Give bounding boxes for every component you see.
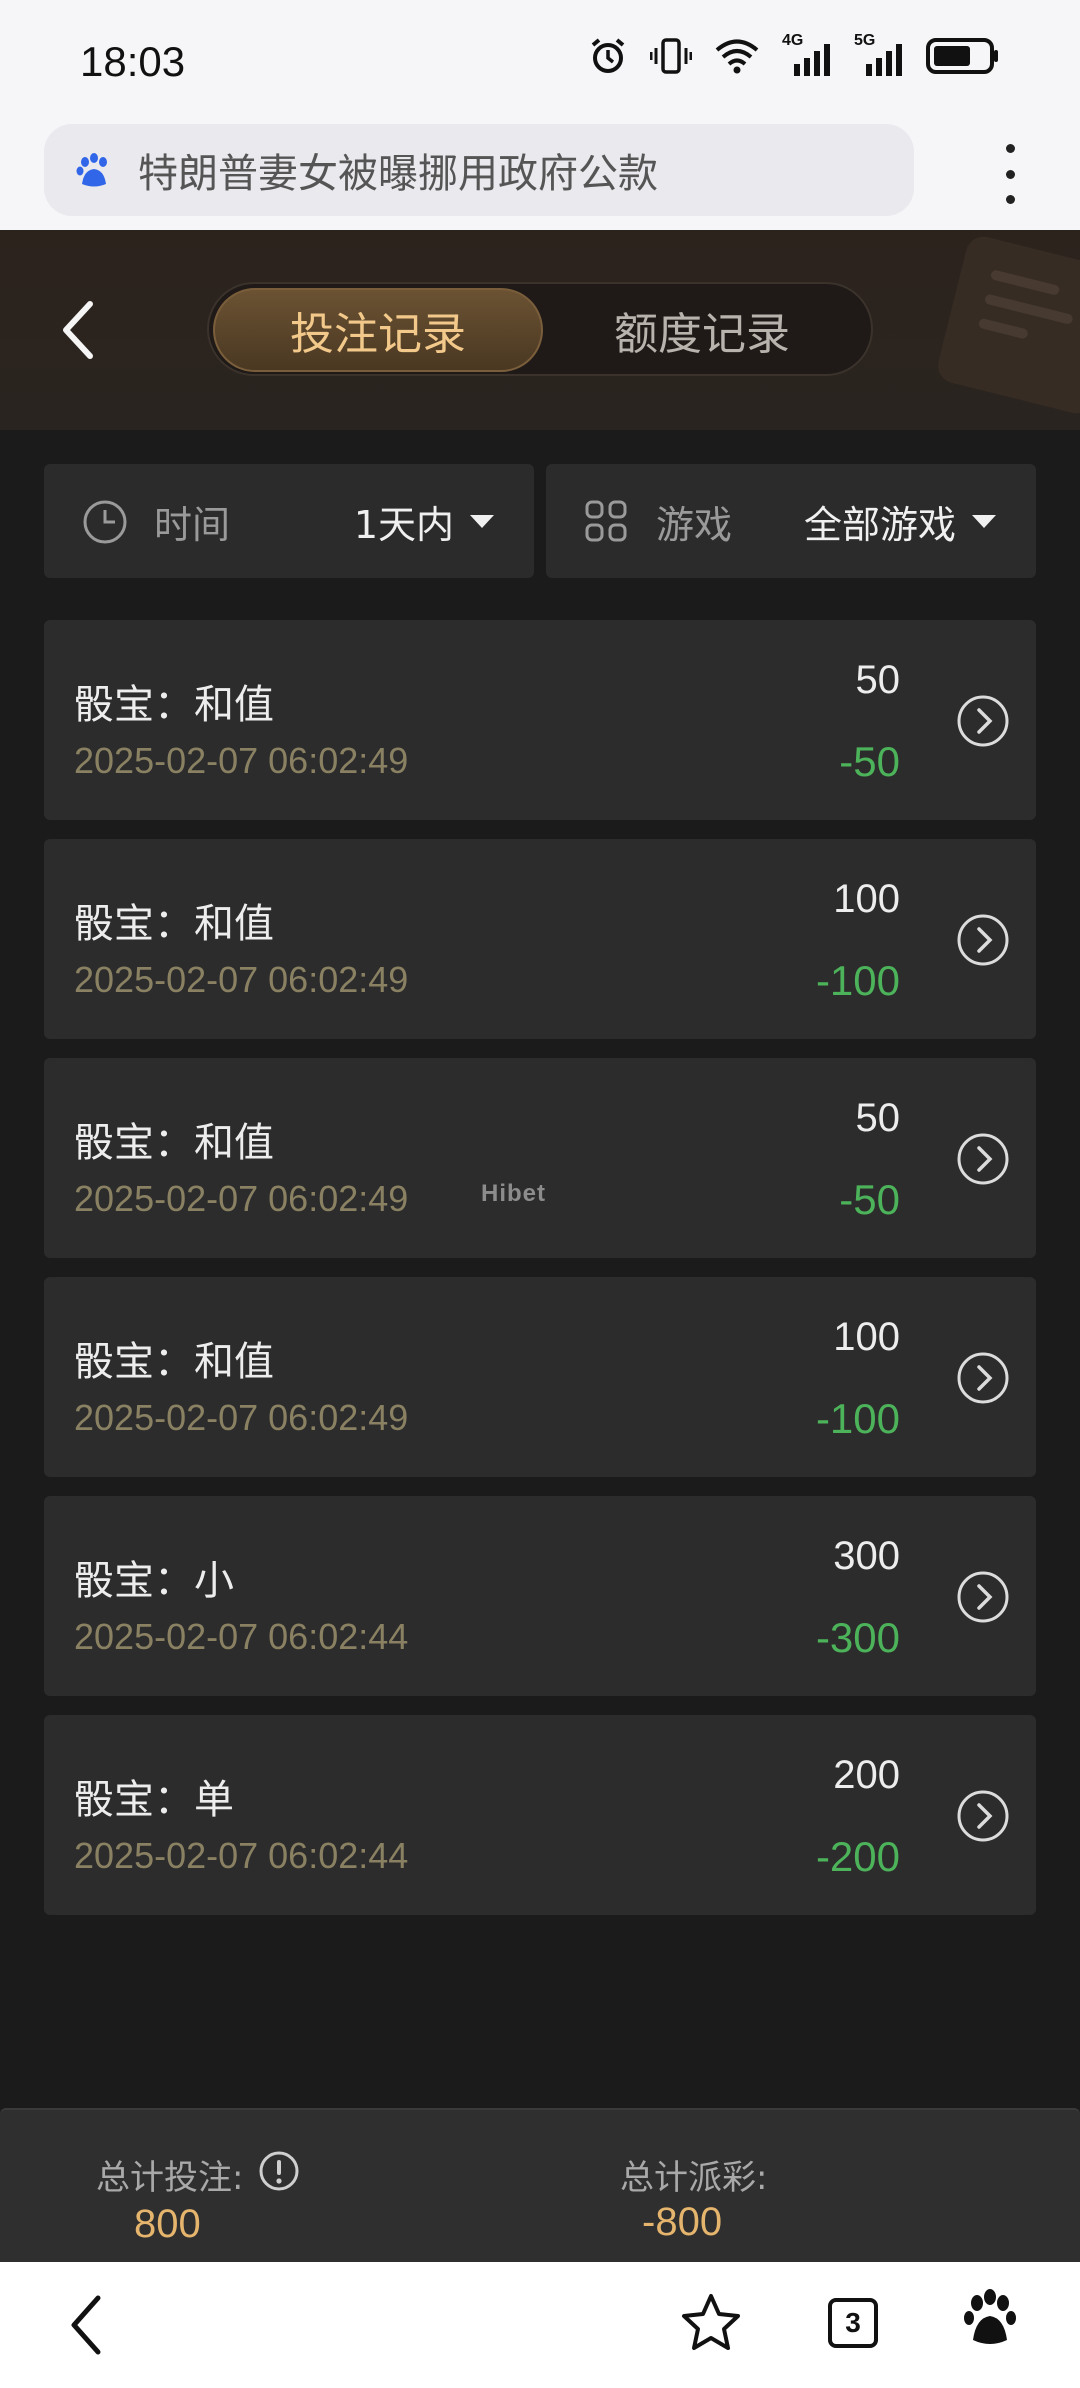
record-item[interactable]: 骰宝：单 2025-02-07 06:02:44 200 -200 bbox=[44, 1715, 1036, 1915]
url-text: 特朗普妻女被曝挪用政府公款 bbox=[138, 151, 658, 197]
signal-5g-icon: 5G bbox=[854, 32, 904, 76]
time-filter-value[interactable]: 1天内 bbox=[354, 494, 494, 549]
signal-4g-icon: 4G bbox=[782, 32, 832, 76]
record-item[interactable]: 骰宝：和值 2025-02-07 06:02:49 100 -100 bbox=[44, 1277, 1036, 1477]
record-game-title: 骰宝：和值 bbox=[74, 1339, 274, 1385]
record-time: 2025-02-07 06:02:44 bbox=[74, 1616, 409, 1657]
browser-back-icon[interactable] bbox=[64, 2290, 112, 2360]
status-bar: 18:03 4G 5G bbox=[0, 0, 1080, 122]
record-bet-amount: 200 bbox=[833, 1753, 900, 1797]
tab-count: 3 bbox=[828, 2298, 878, 2348]
record-bet-amount: 100 bbox=[833, 877, 900, 921]
chevron-right-circle-icon[interactable] bbox=[956, 913, 1010, 967]
dot bbox=[1005, 169, 1015, 179]
watermark: Hibet bbox=[481, 1180, 546, 1207]
record-item[interactable]: 骰宝：和值 2025-02-07 06:02:49 50 -50 bbox=[44, 620, 1036, 820]
url-box[interactable]: 特朗普妻女被曝挪用政府公款 bbox=[44, 124, 914, 216]
record-bet-amount: 300 bbox=[833, 1534, 900, 1578]
totals-bar: 总计投注: 800 总计派彩: -800 bbox=[0, 2108, 1080, 2262]
more-menu-button[interactable] bbox=[1000, 144, 1020, 204]
record-payout: -200 bbox=[815, 1833, 900, 1880]
back-button[interactable] bbox=[50, 292, 110, 368]
total-payout-value: -800 bbox=[642, 2200, 723, 2244]
baidu-paw-icon bbox=[76, 153, 107, 187]
caret-down-icon bbox=[972, 514, 996, 528]
record-game-title: 骰宝：和值 bbox=[74, 1120, 274, 1166]
game-filter-label: 游戏 bbox=[656, 502, 733, 547]
game-filter-value-text: 全部游戏 bbox=[803, 502, 956, 547]
record-item[interactable]: 骰宝：小 2025-02-07 06:02:44 300 -300 bbox=[44, 1496, 1036, 1696]
battery-icon bbox=[926, 38, 998, 74]
vibrate-icon bbox=[650, 38, 692, 74]
tab-bet-records[interactable]: 投注记录 bbox=[213, 288, 543, 372]
record-time: 2025-02-07 06:02:49 bbox=[74, 1397, 409, 1438]
filter-bar: 时间 1天内 游戏 全部游戏 bbox=[44, 464, 1036, 578]
decorative-note-icon bbox=[934, 232, 1080, 418]
record-item[interactable]: 骰宝：和值 2025-02-07 06:02:49 100 -100 bbox=[44, 839, 1036, 1039]
total-bet-value: 800 bbox=[134, 2202, 201, 2246]
status-icons: 4G 5G bbox=[588, 32, 1000, 76]
record-bet-amount: 50 bbox=[855, 658, 901, 702]
grid-icon bbox=[585, 500, 627, 542]
record-game-title: 骰宝：小 bbox=[74, 1558, 234, 1604]
record-game-title: 骰宝：和值 bbox=[74, 682, 274, 728]
total-bet-label: 总计投注: bbox=[96, 2158, 244, 2198]
chevron-right-circle-icon[interactable] bbox=[956, 1570, 1010, 1624]
alarm-icon bbox=[591, 38, 625, 73]
record-time: 2025-02-07 06:02:49 bbox=[74, 1178, 409, 1219]
chevron-right-circle-icon[interactable] bbox=[956, 1789, 1010, 1843]
chevron-right-circle-icon[interactable] bbox=[956, 694, 1010, 748]
record-game-title: 骰宝：单 bbox=[74, 1777, 234, 1823]
record-time: 2025-02-07 06:02:49 bbox=[74, 959, 409, 1000]
chevron-right-circle-icon[interactable] bbox=[956, 1351, 1010, 1405]
clock-icon bbox=[83, 500, 127, 544]
record-payout: -300 bbox=[815, 1614, 900, 1661]
bet-record-list: 骰宝：和值 2025-02-07 06:02:49 50 -50 骰宝：和值 2… bbox=[44, 620, 1036, 1934]
baidu-home-icon[interactable] bbox=[962, 2288, 1018, 2348]
browser-bottom-nav: 3 bbox=[0, 2262, 1080, 2388]
tabs-button[interactable]: 3 bbox=[828, 2298, 878, 2348]
record-tabs: 投注记录 额度记录 bbox=[207, 282, 873, 376]
info-icon[interactable] bbox=[258, 2150, 300, 2192]
app-header: 投注记录 额度记录 bbox=[0, 230, 1080, 430]
wifi-icon bbox=[715, 39, 759, 74]
game-filter-value[interactable]: 全部游戏 bbox=[804, 494, 996, 549]
record-payout: -50 bbox=[839, 738, 900, 785]
time-filter[interactable]: 时间 1天内 bbox=[44, 464, 534, 578]
record-payout: -100 bbox=[815, 957, 900, 1004]
record-game-title: 骰宝：和值 bbox=[74, 901, 274, 947]
record-time: 2025-02-07 06:02:44 bbox=[74, 1835, 409, 1876]
star-icon[interactable] bbox=[680, 2292, 742, 2354]
time-filter-value-text: 1天内 bbox=[353, 502, 454, 547]
dot bbox=[1005, 195, 1015, 204]
record-payout: -100 bbox=[815, 1395, 900, 1442]
record-item[interactable]: 骰宝：和值 2025-02-07 06:02:49 50 -50 bbox=[44, 1058, 1036, 1258]
record-payout: -50 bbox=[839, 1176, 900, 1223]
status-time: 18:03 bbox=[80, 38, 186, 85]
tab-quota-records[interactable]: 额度记录 bbox=[537, 288, 867, 372]
game-filter[interactable]: 游戏 全部游戏 bbox=[546, 464, 1036, 578]
browser-address-bar: 特朗普妻女被曝挪用政府公款 bbox=[0, 122, 1080, 230]
total-payout-label: 总计派彩: bbox=[620, 2158, 768, 2198]
record-bet-amount: 50 bbox=[855, 1096, 901, 1140]
record-bet-amount: 100 bbox=[833, 1315, 900, 1359]
record-time: 2025-02-07 06:02:49 bbox=[74, 740, 409, 781]
chevron-right-circle-icon[interactable] bbox=[956, 1132, 1010, 1186]
dot bbox=[1005, 144, 1015, 153]
caret-down-icon bbox=[470, 514, 494, 528]
time-filter-label: 时间 bbox=[154, 502, 231, 547]
